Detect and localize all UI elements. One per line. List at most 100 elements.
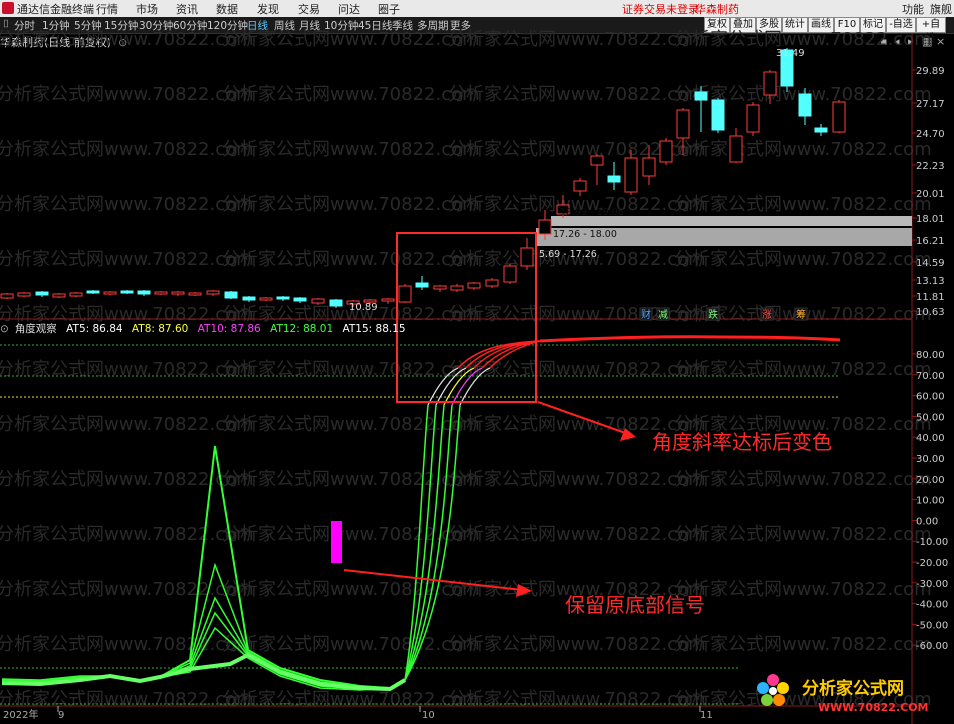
price-axis-label: 18.01	[916, 214, 945, 225]
indicator-header: ⊙ 角度观察 AT5: 86.84 AT8: 87.60 AT10: 87.86 …	[0, 321, 412, 336]
price-axis-label: 11.81	[916, 292, 945, 303]
indicator-axis-label: 40.00	[916, 433, 945, 444]
candle-body	[311, 298, 325, 304]
logo-center-icon	[769, 687, 777, 695]
candle-body	[120, 290, 134, 294]
watermark-text: 分析家公式网www.70822.com	[448, 634, 706, 655]
bottom-annotation: 保留原底部信号	[565, 593, 705, 617]
candle-body	[642, 157, 656, 177]
zone-low-label: 5.69 - 17.26	[539, 249, 597, 260]
time-label-year: 2022年	[3, 708, 38, 721]
candle-body	[206, 290, 220, 295]
price-axis-label: 10.63	[916, 307, 945, 318]
indicator-axis-label: 50.00	[916, 412, 945, 423]
watermark-text: 分析家公式网www.70822.com	[222, 194, 480, 215]
watermark-text: 分析家公式网www.70822.com	[448, 469, 706, 490]
price-axis-label: 24.70	[916, 129, 945, 140]
watermark-text: 分析家公式网www.70822.com	[0, 359, 254, 380]
candle-body	[17, 292, 31, 297]
logo-petal-icon	[761, 694, 773, 706]
indicator-name[interactable]: 角度观察	[15, 323, 57, 335]
watermark-text: 分析家公式网www.70822.com	[222, 139, 480, 160]
candle-body	[624, 157, 638, 193]
time-label-11: 11	[700, 710, 713, 721]
watermark-text: 分析家公式网www.70822.com	[448, 689, 706, 710]
watermark-text: 分析家公式网www.70822.com	[674, 469, 932, 490]
logo-petal-icon	[777, 682, 789, 694]
candle-body	[590, 155, 604, 166]
candle-body	[137, 290, 151, 295]
candle-body	[694, 91, 708, 101]
watermark-text: 分析家公式网www.70822.com	[0, 414, 254, 435]
watermark-text: 分析家公式网www.70822.com	[222, 469, 480, 490]
candle-body	[69, 292, 83, 297]
watermark-text: 分析家公式网www.70822.com	[674, 634, 932, 655]
indicator-axis: 80.00 70.00 60.00 50.00 40.00 30.00 20.00 10.00…	[912, 350, 948, 652]
candle-body	[329, 299, 343, 307]
candle-body	[659, 140, 673, 163]
indicator-strong-line	[539, 335, 841, 343]
event-marker-label: 跌	[708, 308, 718, 321]
time-label-10: 10	[422, 710, 435, 721]
indicator-at5: AT5: 86.84	[66, 323, 123, 335]
indicator-axis-label: -10.00	[916, 537, 948, 548]
indicator-axis-label: -30.00	[916, 579, 948, 590]
watermark-layer: 分析家公式网www.70822.com分析家公式网www.70822.com分析…	[0, 29, 932, 710]
watermark-text: 分析家公式网www.70822.com	[222, 249, 480, 270]
candle-body	[171, 291, 185, 295]
candle-body	[0, 293, 14, 299]
zone-top-label: 18.99 - 19.08	[560, 207, 624, 218]
candle-body	[276, 296, 290, 300]
indicator-axis-label: -60.00	[916, 641, 948, 652]
bottom-signal-marker	[331, 521, 342, 563]
watermark-text: 分析家公式网www.70822.com	[0, 579, 254, 600]
high-price-label: 31.49	[776, 48, 805, 59]
candle-body	[242, 296, 256, 301]
candle-body	[86, 290, 100, 294]
watermark-text: 分析家公式网www.70822.com	[0, 524, 254, 545]
indicator-axis-label: -50.00	[916, 620, 948, 631]
watermark-text: 分析家公式网www.70822.com	[0, 249, 254, 270]
watermark-text: 分析家公式网www.70822.com	[0, 139, 254, 160]
price-axis: 29.89 27.17 24.70 22.23 20.01 18.01 16.21 14.59…	[912, 66, 945, 318]
indicator-at15: AT15: 88.15	[342, 323, 406, 335]
price-axis-label: 29.89	[916, 66, 945, 77]
candle-body	[188, 292, 202, 296]
watermark-text: 分析家公式网www.70822.com	[674, 579, 932, 600]
watermark-text: 分析家公式网www.70822.com	[222, 689, 480, 710]
candle-body	[573, 180, 587, 192]
candle-body	[763, 71, 777, 96]
logo-petal-icon	[757, 682, 769, 694]
candle-body	[224, 291, 238, 299]
logo-text: 分析家公式网	[802, 678, 904, 699]
watermark-text: 分析家公式网www.70822.com	[222, 414, 480, 435]
candle-body	[520, 247, 534, 267]
watermark-text: 分析家公式网www.70822.com	[222, 29, 480, 50]
candle-body	[729, 135, 743, 163]
watermark-text: 分析家公式网www.70822.com	[222, 359, 480, 380]
angle-annotation: 角度斜率达标后变色	[652, 430, 832, 454]
watermark-text: 分析家公式网www.70822.com	[0, 194, 254, 215]
candle-body	[711, 99, 725, 131]
logo-url: WWW.70822.COM	[818, 701, 929, 714]
candle-body	[746, 104, 760, 133]
watermark-text: 分析家公式网www.70822.com	[0, 29, 254, 50]
zone-mid-label: 17.26 - 18.00	[553, 229, 617, 240]
indicator-menu-icon[interactable]: ⊙	[0, 323, 9, 335]
time-label-9: 9	[58, 710, 64, 721]
indicator-axis-label: 70.00	[916, 371, 945, 382]
candle-body	[398, 285, 412, 303]
event-marker-label: 筹	[796, 308, 806, 321]
indicator-axis-label: 30.00	[916, 454, 945, 465]
price-axis-label: 27.17	[916, 99, 945, 110]
candle-body	[538, 219, 552, 235]
logo-petal-icon	[767, 674, 779, 686]
watermark-text: 分析家公式网www.70822.com	[674, 249, 932, 270]
watermark-text: 分析家公式网www.70822.com	[674, 524, 932, 545]
watermark-text: 分析家公式网www.70822.com	[674, 194, 932, 215]
chart-canvas[interactable]: 分析家公式网www.70822.com分析家公式网www.70822.com分析…	[0, 0, 954, 724]
price-axis-label: 14.59	[916, 258, 945, 269]
watermark-text: 分析家公式网www.70822.com	[222, 84, 480, 105]
price-axis-label: 13.13	[916, 276, 945, 287]
candle-body	[52, 293, 66, 298]
